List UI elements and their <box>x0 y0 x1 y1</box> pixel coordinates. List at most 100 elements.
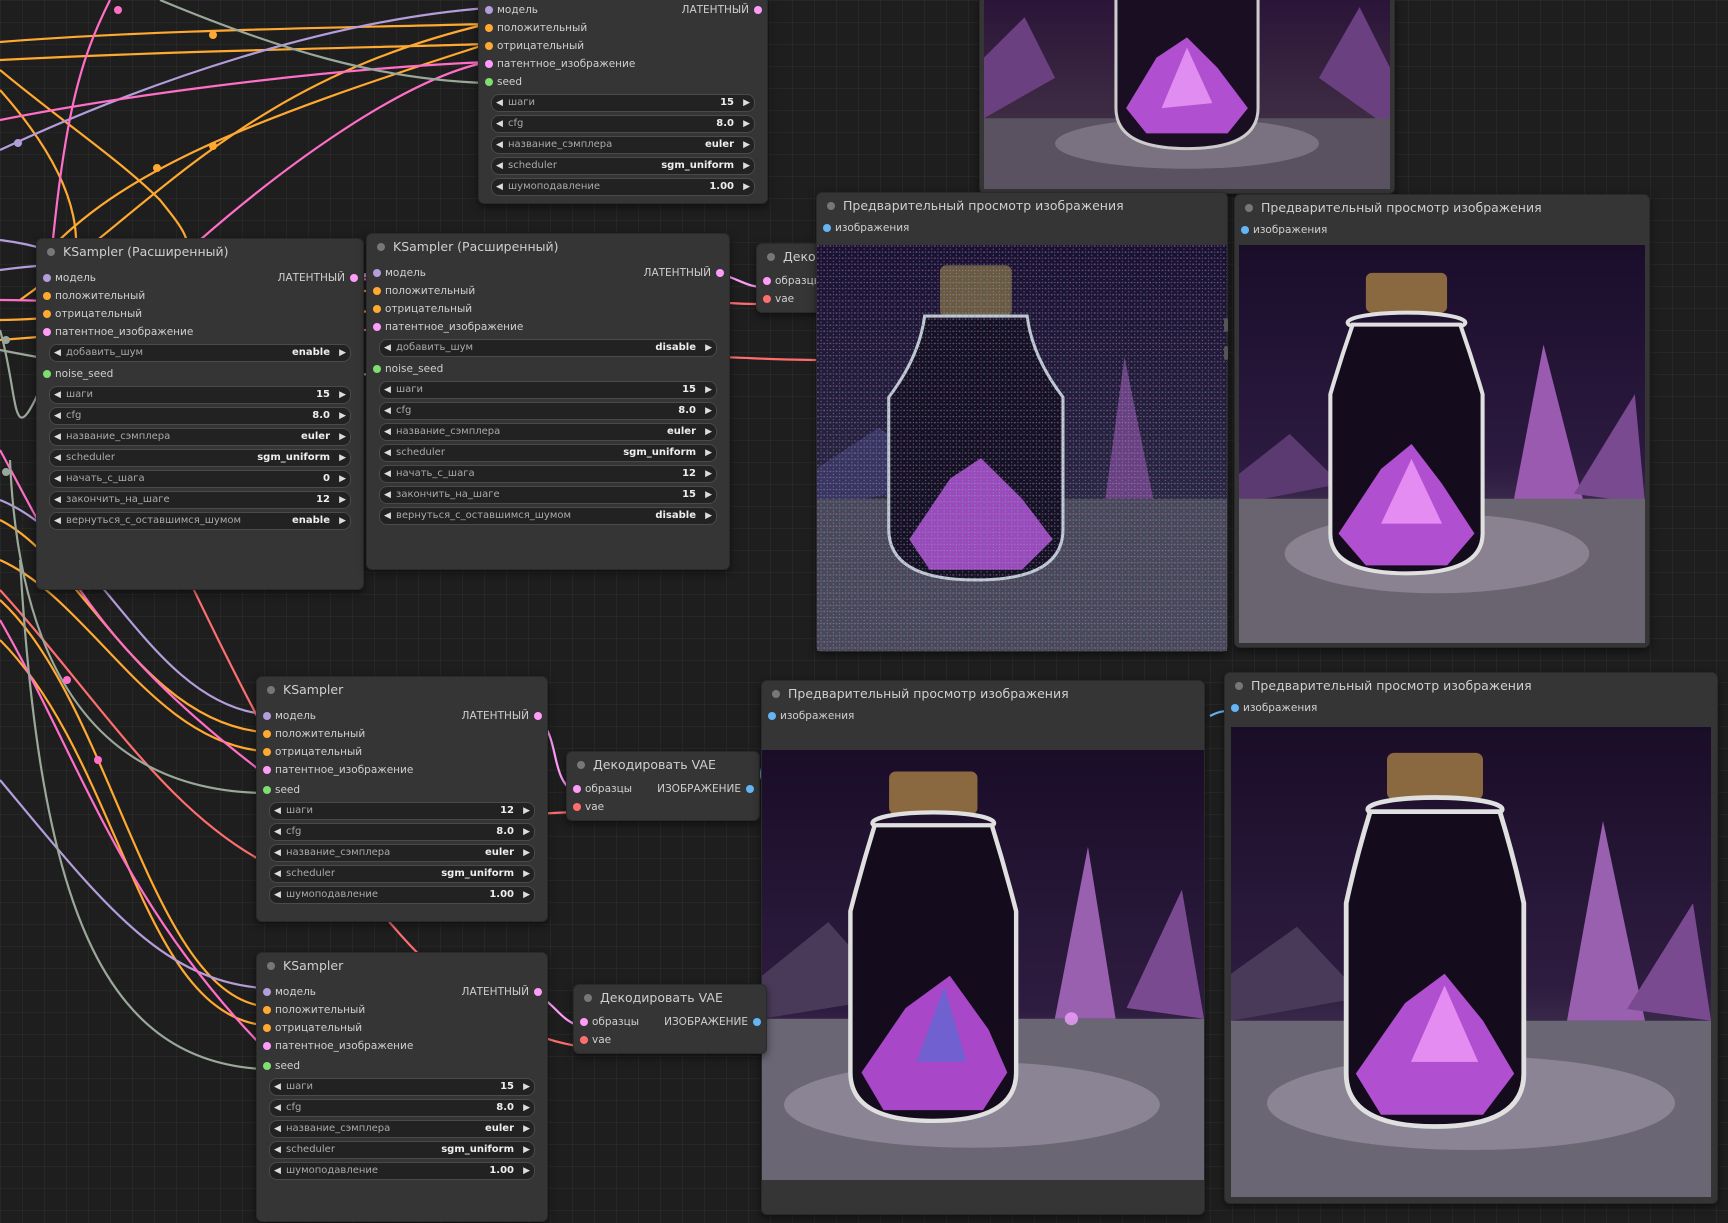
arrow-left-icon[interactable]: ◀ <box>384 424 391 440</box>
cfg-widget[interactable]: ◀ cfg 8.0 ▶ <box>379 402 717 420</box>
seed-pin-icon[interactable] <box>43 370 51 378</box>
node-title[interactable]: Предварительный просмотр изображения <box>1235 195 1649 221</box>
cfg-widget[interactable]: ◀ cfg 8.0 ▶ <box>491 115 755 133</box>
negative-pin-icon[interactable] <box>485 42 493 50</box>
input-latent-image[interactable]: патентное_изображение <box>257 761 547 779</box>
ksampler-node-2[interactable]: KSampler модель ЛАТЕНТНЫЙ положительный о… <box>256 952 548 1222</box>
cfg-widget[interactable]: ◀ cfg 8.0 ▶ <box>269 1099 535 1117</box>
input-images[interactable]: изображения <box>762 707 1204 725</box>
samples-pin-icon[interactable] <box>763 277 771 285</box>
arrow-right-icon[interactable]: ▶ <box>523 1079 530 1095</box>
arrow-left-icon[interactable]: ◀ <box>54 345 61 361</box>
node-dot-icon[interactable] <box>267 962 275 970</box>
return-noise-widget[interactable]: ◀ вернуться_с_оставшимся_шумом enable ▶ <box>49 512 351 530</box>
arrow-right-icon[interactable]: ▶ <box>523 866 530 882</box>
latent-out-pin-icon[interactable] <box>534 988 542 996</box>
scheduler-widget[interactable]: ◀ scheduler sgm_uniform ▶ <box>269 1141 535 1159</box>
end-step-widget[interactable]: ◀ закончить_на_шаге 12 ▶ <box>49 491 351 509</box>
node-dot-icon[interactable] <box>767 253 775 261</box>
steps-widget[interactable]: ◀ шаги 15 ▶ <box>269 1078 535 1096</box>
arrow-left-icon[interactable]: ◀ <box>54 429 61 445</box>
add-noise-widget[interactable]: ◀ добавить_шум enable ▶ <box>49 344 351 362</box>
arrow-left-icon[interactable]: ◀ <box>54 471 61 487</box>
node-dot-icon[interactable] <box>772 690 780 698</box>
vae-pin-icon[interactable] <box>763 295 771 303</box>
arrow-right-icon[interactable]: ▶ <box>523 824 530 840</box>
arrow-right-icon[interactable]: ▶ <box>339 408 346 424</box>
arrow-right-icon[interactable]: ▶ <box>523 803 530 819</box>
node-title[interactable]: KSampler (Расширенный) <box>367 234 729 260</box>
arrow-right-icon[interactable]: ▶ <box>705 487 712 503</box>
node-dot-icon[interactable] <box>1245 204 1253 212</box>
arrow-left-icon[interactable]: ◀ <box>274 1142 281 1158</box>
input-vae[interactable]: vae <box>567 798 759 816</box>
arrow-left-icon[interactable]: ◀ <box>274 887 281 903</box>
arrow-left-icon[interactable]: ◀ <box>54 492 61 508</box>
latent-pin-icon[interactable] <box>373 323 381 331</box>
arrow-right-icon[interactable]: ▶ <box>705 508 712 524</box>
node-title[interactable]: KSampler <box>257 953 547 979</box>
image-out-pin-icon[interactable] <box>746 785 754 793</box>
arrow-right-icon[interactable]: ▶ <box>339 471 346 487</box>
scheduler-widget[interactable]: ◀ scheduler sgm_uniform ▶ <box>269 865 535 883</box>
arrow-left-icon[interactable]: ◀ <box>384 508 391 524</box>
input-seed[interactable]: seed <box>257 1057 547 1075</box>
model-pin-icon[interactable] <box>485 6 493 14</box>
node-title[interactable]: Предварительный просмотр изображения <box>817 193 1227 219</box>
arrow-left-icon[interactable]: ◀ <box>54 387 61 403</box>
ksampler-node-1[interactable]: KSampler модель ЛАТЕНТНЫЙ положительный о… <box>256 676 548 922</box>
samples-pin-icon[interactable] <box>573 785 581 793</box>
arrow-right-icon[interactable]: ▶ <box>339 387 346 403</box>
input-samples[interactable]: образцыИЗОБРАЖЕНИЕ <box>567 780 759 798</box>
arrow-right-icon[interactable]: ▶ <box>705 382 712 398</box>
latent-out-pin-icon[interactable] <box>534 712 542 720</box>
node-dot-icon[interactable] <box>267 686 275 694</box>
preview-node-2[interactable]: Предварительный просмотр изображения изо… <box>1234 194 1650 648</box>
node-title[interactable]: Декодировать VAE <box>574 985 766 1011</box>
positive-pin-icon[interactable] <box>43 292 51 300</box>
model-pin-icon[interactable] <box>43 274 51 282</box>
node-title[interactable]: Предварительный просмотр изображения <box>762 681 1204 707</box>
sampler-widget[interactable]: ◀ название_сэмплера euler ▶ <box>269 1120 535 1138</box>
node-dot-icon[interactable] <box>1235 682 1243 690</box>
arrow-right-icon[interactable]: ▶ <box>705 340 712 356</box>
input-latent-image[interactable]: патентное_изображение <box>257 1037 547 1055</box>
input-samples[interactable]: образцыИЗОБРАЖЕНИЕ <box>574 1013 766 1031</box>
arrow-right-icon[interactable]: ▶ <box>743 137 750 153</box>
input-positive[interactable]: положительный <box>479 19 767 37</box>
arrow-left-icon[interactable]: ◀ <box>384 487 391 503</box>
steps-widget[interactable]: ◀ шаги 12 ▶ <box>269 802 535 820</box>
arrow-left-icon[interactable]: ◀ <box>274 1121 281 1137</box>
arrow-right-icon[interactable]: ▶ <box>705 466 712 482</box>
node-dot-icon[interactable] <box>47 248 55 256</box>
seed-pin-icon[interactable] <box>263 1062 271 1070</box>
input-noise-seed[interactable]: noise_seed <box>367 360 729 378</box>
images-pin-icon[interactable] <box>1231 704 1239 712</box>
input-negative[interactable]: отрицательный <box>257 1019 547 1037</box>
arrow-left-icon[interactable]: ◀ <box>496 137 503 153</box>
images-pin-icon[interactable] <box>823 224 831 232</box>
vae-pin-icon[interactable] <box>573 803 581 811</box>
arrow-left-icon[interactable]: ◀ <box>384 403 391 419</box>
input-images[interactable]: изображения <box>1225 699 1717 717</box>
node-title[interactable]: Декодировать VAE <box>567 752 759 778</box>
latent-pin-icon[interactable] <box>263 766 271 774</box>
latent-pin-icon[interactable] <box>485 60 493 68</box>
input-negative[interactable]: отрицательный <box>479 37 767 55</box>
seed-pin-icon[interactable] <box>485 78 493 86</box>
arrow-right-icon[interactable]: ▶ <box>339 450 346 466</box>
sampler-widget[interactable]: ◀ название_сэмплера euler ▶ <box>49 428 351 446</box>
vae-decode-node-3[interactable]: Декодировать VAE образцы ИЗОБРАЖЕНИЕ vae <box>573 984 767 1054</box>
input-negative[interactable]: отрицательный <box>257 743 547 761</box>
arrow-right-icon[interactable]: ▶ <box>743 158 750 174</box>
model-pin-icon[interactable] <box>263 712 271 720</box>
negative-pin-icon[interactable] <box>263 1024 271 1032</box>
input-images[interactable]: изображения <box>1235 221 1649 239</box>
cfg-widget[interactable]: ◀ cfg 8.0 ▶ <box>269 823 535 841</box>
seed-pin-icon[interactable] <box>263 786 271 794</box>
input-positive[interactable]: положительный <box>257 1001 547 1019</box>
arrow-left-icon[interactable]: ◀ <box>496 116 503 132</box>
input-noise-seed[interactable]: noise_seed <box>37 365 363 383</box>
negative-pin-icon[interactable] <box>263 748 271 756</box>
arrow-left-icon[interactable]: ◀ <box>274 803 281 819</box>
